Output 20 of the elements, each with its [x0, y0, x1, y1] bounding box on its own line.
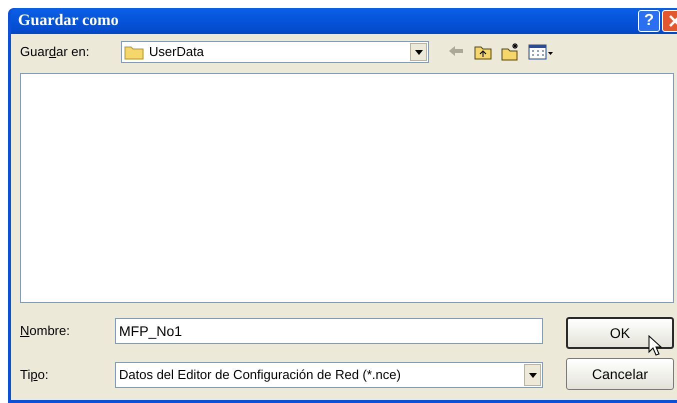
help-button[interactable]: ? [638, 10, 660, 32]
file-name-label: Nombre: [20, 322, 71, 340]
save-in-label: Guardar en: [20, 43, 90, 62]
file-type-dropdown[interactable]: Datos del Editor de Configuración de Red (*.nce) [115, 362, 543, 388]
file-name-field[interactable]: MFP_No1 [115, 318, 543, 344]
caret-icon [528, 372, 536, 378]
location-dropdown[interactable]: UserData [121, 41, 429, 63]
view-menu-icon[interactable] [528, 43, 554, 61]
caret-icon [414, 50, 422, 54]
dialog-button[interactable]: Cancelar [566, 358, 674, 390]
location-value: UserData [149, 43, 205, 62]
dialog-button[interactable]: OK [566, 317, 674, 349]
window-title: Guardar como [18, 11, 120, 31]
dropdown-button[interactable] [524, 364, 541, 386]
file-type-value: Datos del Editor de Configuración de Red (*.nce) [119, 366, 402, 384]
file-type-label: Tipo: [20, 366, 50, 384]
mouse-pointer-icon [648, 335, 662, 356]
folder-icon [124, 44, 144, 60]
dropdown-button[interactable] [410, 43, 427, 61]
new-folder-icon[interactable] [501, 43, 519, 61]
